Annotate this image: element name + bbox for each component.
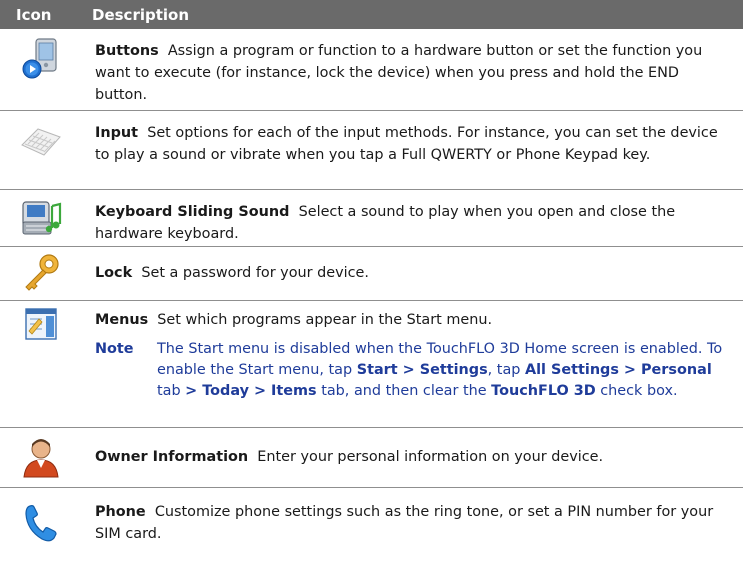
row-desc: Customize phone settings such as the rin…	[95, 504, 714, 542]
keyboard-sound-icon	[22, 201, 62, 235]
row-title: Owner Information	[95, 449, 249, 465]
keyboard-icon	[21, 128, 61, 156]
table-row: Owner Information Enter your personal in…	[0, 428, 743, 488]
table-row: Phone Customize phone settings such as t…	[0, 488, 743, 572]
note-label: Note	[95, 341, 134, 357]
row-desc: Set options for each of the input method…	[95, 125, 718, 163]
row-title: Phone	[95, 504, 146, 520]
owner-icon	[23, 439, 59, 478]
row-title: Buttons	[95, 43, 159, 59]
row-desc: Set which programs appear in the Start m…	[157, 312, 493, 328]
row-desc: Enter your personal information on your …	[257, 449, 604, 465]
note-block: Note The Start menu is disabled when the…	[95, 339, 723, 402]
row-desc: Assign a program or function to a hardwa…	[95, 43, 703, 103]
row-title: Menus	[95, 312, 149, 328]
table-row: Keyboard Sliding Sound Select a sound to…	[0, 190, 743, 247]
table-header: Icon Description	[0, 0, 743, 29]
row-title: Input	[95, 125, 139, 141]
row-title: Keyboard Sliding Sound	[95, 204, 290, 220]
settings-table: Icon Description Buttons Assign a progra…	[0, 0, 743, 572]
menus-icon	[25, 308, 57, 340]
header-desc-col: Description	[92, 5, 190, 24]
buttons-icon	[22, 38, 57, 79]
note-text: The Start menu is disabled when the Touc…	[157, 341, 723, 399]
phone-icon	[25, 505, 57, 542]
header-icon-col: Icon	[16, 5, 52, 24]
table-row: Buttons Assign a program or function to …	[0, 29, 743, 111]
table-row: Input Set options for each of the input …	[0, 111, 743, 190]
row-desc: Set a password for your device.	[141, 265, 369, 281]
row-title: Lock	[95, 265, 133, 281]
lock-key-icon	[25, 254, 59, 291]
table-row: Menus Set which programs appear in the S…	[0, 301, 743, 428]
table-row: Lock Set a password for your device.	[0, 247, 743, 301]
